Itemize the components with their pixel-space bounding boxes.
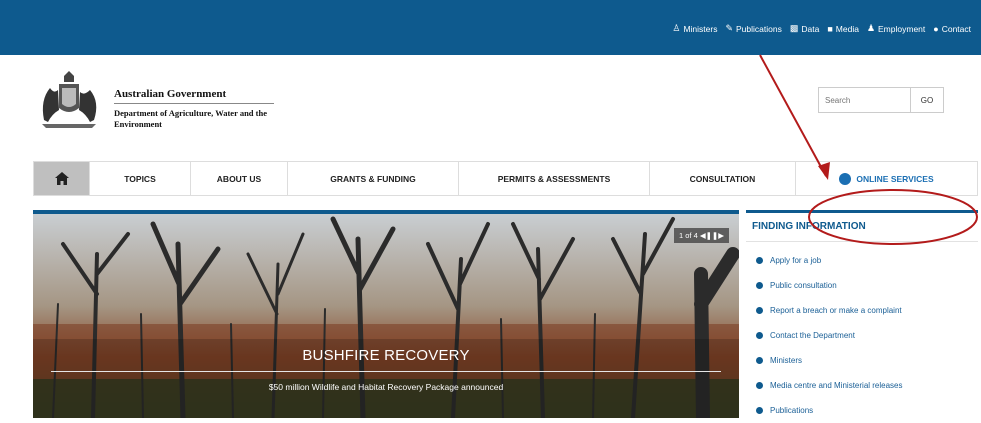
employment-label: Employment: [878, 23, 926, 34]
arrow-circle-icon: [756, 282, 763, 289]
person-icon: ♙: [672, 23, 681, 33]
sidebar-item-label: Ministers: [770, 356, 803, 365]
nav-online-services[interactable]: ONLINE SERVICES: [795, 162, 977, 195]
search-box: GO: [818, 87, 944, 113]
nav-consultation[interactable]: CONSULTATION: [649, 162, 795, 195]
sidebar-item-apply-job[interactable]: Apply for a job: [756, 248, 978, 273]
media-label: Media: [835, 23, 859, 34]
sidebar-item-report-breach[interactable]: Report a breach or make a complaint: [756, 298, 978, 323]
main-nav: TOPICS ABOUT US GRANTS & FUNDING PERMITS…: [33, 161, 978, 196]
slide-counter: 1 of 4: [679, 231, 698, 240]
pause-icon[interactable]: ❚❚: [706, 231, 719, 240]
government-name: Australian Government: [114, 88, 274, 104]
sidebar-item-label: Apply for a job: [770, 256, 822, 265]
media-link[interactable]: ■ Media: [827, 23, 859, 34]
sidebar-title: FINDING INFORMATION: [746, 210, 978, 242]
arrow-circle-icon: [756, 407, 763, 414]
employment-link[interactable]: ♟ Employment: [867, 23, 925, 34]
sidebar-item-contact-department[interactable]: Contact the Department: [756, 323, 978, 348]
site-brand[interactable]: Australian Government Department of Agri…: [34, 70, 274, 132]
arrow-circle-icon: [756, 357, 763, 364]
nav-permits-assessments[interactable]: PERMITS & ASSESSMENTS: [458, 162, 649, 195]
arrow-circle-icon: [756, 382, 763, 389]
publications-link[interactable]: ✎ Publications: [725, 23, 781, 34]
ministers-link[interactable]: ♙ Ministers: [672, 23, 717, 34]
nav-topics[interactable]: TOPICS: [89, 162, 190, 195]
speech-bubble-icon: ●: [933, 23, 939, 34]
slide-controls: 1 of 4 ◀❚❚▶: [674, 228, 729, 243]
search-go-button[interactable]: GO: [910, 87, 944, 113]
next-icon[interactable]: ▶: [718, 231, 724, 240]
bar-chart-icon: ▩: [789, 23, 799, 33]
utility-links: ♙ Ministers ✎ Publications ▩ Data ■ Media ♟ E…: [672, 23, 971, 34]
department-name: Department of Agriculture, Water and the…: [114, 108, 267, 129]
nav-about-us[interactable]: ABOUT US: [190, 162, 287, 195]
online-services-icon: [839, 172, 852, 185]
hero-subtitle[interactable]: $50 million Wildlife and Habitat Recover…: [33, 382, 739, 392]
caption-divider: [51, 371, 721, 372]
sidebar-list: Apply for a job Public consultation Repo…: [746, 242, 978, 423]
hero-carousel[interactable]: 1 of 4 ◀❚❚▶ BUSHFIRE RECOVERY $50 millio…: [33, 210, 739, 418]
finding-information-panel: FINDING INFORMATION Apply for a job Publ…: [746, 210, 978, 423]
sidebar-item-media-centre[interactable]: Media centre and Ministerial releases: [756, 373, 978, 398]
top-bar: ♙ Ministers ✎ Publications ▩ Data ■ Media ♟ E…: [0, 0, 981, 55]
nav-home[interactable]: [34, 162, 89, 195]
coat-of-arms-logo: [42, 71, 97, 128]
contact-label: Contact: [941, 23, 971, 34]
online-services-label: ONLINE SERVICES: [856, 173, 934, 184]
contact-link[interactable]: ● Contact: [933, 23, 971, 34]
arrow-circle-icon: [756, 257, 763, 264]
data-link[interactable]: ▩ Data: [790, 23, 819, 34]
arrow-circle-icon: [756, 332, 763, 339]
people-icon: ♟: [866, 23, 876, 33]
sidebar-item-ministers[interactable]: Ministers: [756, 348, 978, 373]
sidebar-item-label: Contact the Department: [770, 331, 855, 340]
hero-title[interactable]: BUSHFIRE RECOVERY: [33, 347, 739, 364]
nav-grants-funding[interactable]: GRANTS & FUNDING: [287, 162, 458, 195]
sidebar-item-label: Public consultation: [770, 281, 837, 290]
ministers-label: Ministers: [683, 23, 718, 34]
search-input[interactable]: [818, 87, 910, 113]
sidebar-item-label: Report a breach or make a complaint: [770, 306, 902, 315]
pen-icon: ✎: [725, 23, 734, 33]
publications-label: Publications: [736, 23, 782, 34]
arrow-circle-icon: [756, 307, 763, 314]
sidebar-item-label: Media centre and Ministerial releases: [770, 381, 903, 390]
sidebar-item-publications[interactable]: Publications: [756, 398, 978, 423]
sidebar-item-public-consultation[interactable]: Public consultation: [756, 273, 978, 298]
home-icon: [54, 172, 69, 185]
data-label: Data: [801, 23, 820, 34]
brand-text: Australian Government Department of Agri…: [114, 88, 274, 130]
video-camera-icon: ■: [827, 23, 833, 34]
annotation-arrow: [759, 54, 827, 177]
